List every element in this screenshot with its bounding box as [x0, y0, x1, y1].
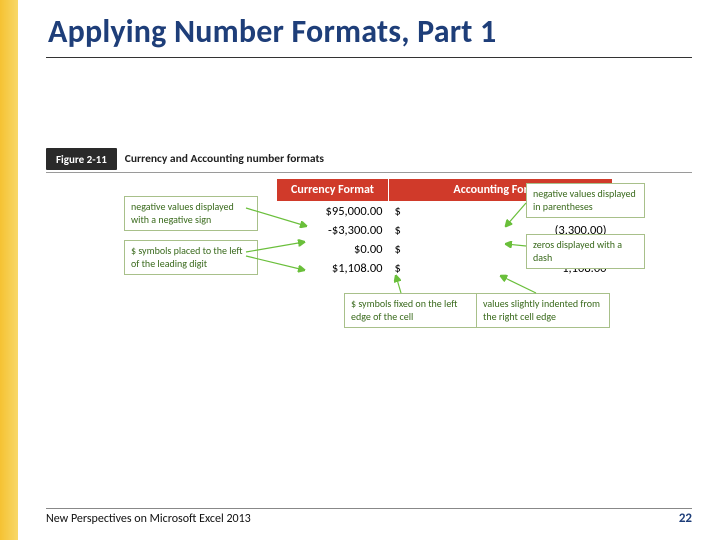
- slide-footer: New Perspectives on Microsoft Excel 2013…: [46, 508, 692, 526]
- page-number: 22: [679, 511, 692, 526]
- callout-arrows: [46, 148, 706, 348]
- slide-title: Applying Number Formats, Part 1: [48, 12, 692, 51]
- accent-sidebar: [0, 0, 18, 540]
- footer-text: New Perspectives on Microsoft Excel 2013: [46, 512, 251, 526]
- title-divider: [46, 57, 692, 58]
- figure-2-11: Figure 2-11 Currency and Accounting numb…: [46, 148, 692, 378]
- slide-body: Applying Number Formats, Part 1 Figure 2…: [18, 0, 720, 540]
